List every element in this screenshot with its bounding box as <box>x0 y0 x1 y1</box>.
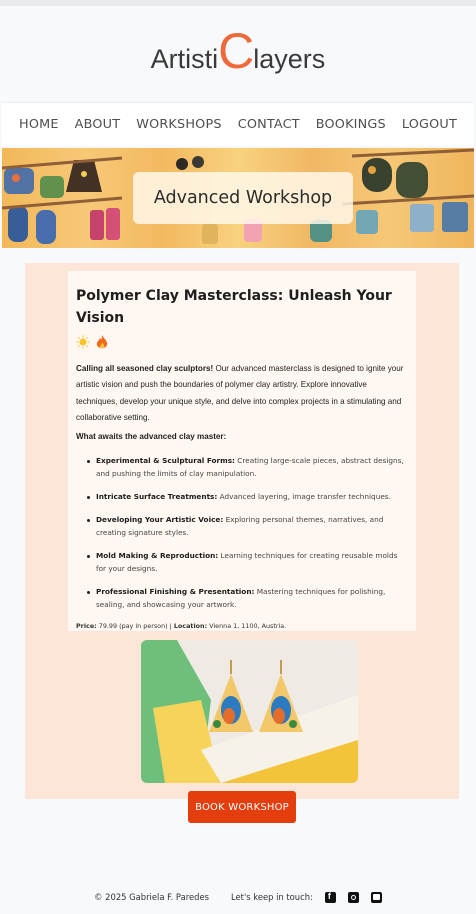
emoji-row <box>76 333 408 351</box>
nav-bookings[interactable]: BOOKINGS <box>316 117 386 132</box>
feature-title: Intricate Surface Treatments: <box>96 492 218 502</box>
instagram-icon[interactable] <box>347 891 359 903</box>
footer: © 2025 Gabriela F. Paredes Let's keep in… <box>0 889 476 905</box>
nav-workshops[interactable]: WORKSHOPS <box>136 117 221 132</box>
logo-big-letter: C <box>218 23 254 79</box>
book-workshop-button[interactable]: BOOK WORKSHOP <box>188 791 296 823</box>
youtube-icon[interactable] <box>370 891 382 903</box>
workshop-card: Polymer Clay Masterclass: Unleash Your V… <box>68 271 416 631</box>
hero-title: Advanced Workshop <box>133 172 353 224</box>
list-item: Intricate Surface Treatments: Advanced l… <box>87 491 408 504</box>
price-label: Price: <box>76 622 97 631</box>
list-item: Experimental & Sculptural Forms: Creatin… <box>87 455 408 480</box>
product-image <box>141 640 358 783</box>
intro-bold: Calling all seasoned clay sculptors! <box>76 364 214 373</box>
footer-copyright: © 2025 Gabriela F. Paredes <box>94 892 209 902</box>
list-item: Professional Finishing & Presentation: M… <box>87 586 408 611</box>
footer-touch: Let's keep in touch: <box>230 892 313 902</box>
feature-text: Advanced layering, image transfer techni… <box>217 492 391 502</box>
workshop-intro: Calling all seasoned clay sculptors! Our… <box>76 361 408 426</box>
social-links <box>324 891 382 903</box>
feature-title: Professional Finishing & Presentation: <box>96 587 255 597</box>
awaits-heading: What awaits the advanced clay master: <box>76 432 227 442</box>
browser-top-strip <box>0 0 476 6</box>
logo-text-part1: Artisti <box>150 44 219 74</box>
price-location: Price: 79.99 (pay in person) | Location:… <box>76 622 408 630</box>
site-logo[interactable]: ArtistiClayers <box>0 26 476 84</box>
fire-icon <box>96 334 108 348</box>
feature-list: Experimental & Sculptural Forms: Creatin… <box>76 455 408 611</box>
hero-banner: Advanced Workshop <box>2 148 474 248</box>
nav-home[interactable]: HOME <box>19 117 59 132</box>
location-value: Vienna 1, 1100, Austria. <box>207 622 287 631</box>
facebook-icon[interactable] <box>324 891 336 903</box>
earrings-product-photo <box>141 640 358 783</box>
feature-title: Developing Your Artistic Voice: <box>96 515 224 525</box>
list-item: Developing Your Artistic Voice: Explorin… <box>87 514 408 539</box>
price-value: 79.99 (pay in person) | <box>96 622 174 631</box>
list-item: Mold Making & Reproduction: Learning tec… <box>87 550 408 575</box>
logo-text-part2: layers <box>253 44 326 74</box>
nav-contact[interactable]: CONTACT <box>238 117 300 132</box>
nav-about[interactable]: ABOUT <box>75 117 121 132</box>
nav-logout[interactable]: LOGOUT <box>402 117 457 132</box>
feature-title: Experimental & Sculptural Forms: <box>96 456 235 466</box>
main-nav: HOME ABOUT WORKSHOPS CONTACT BOOKINGS LO… <box>2 102 474 146</box>
workshop-title: Polymer Clay Masterclass: Unleash Your V… <box>76 288 392 326</box>
feature-title: Mold Making & Reproduction: <box>96 551 219 561</box>
location-label: Location: <box>173 622 208 631</box>
sun-icon <box>76 335 90 349</box>
